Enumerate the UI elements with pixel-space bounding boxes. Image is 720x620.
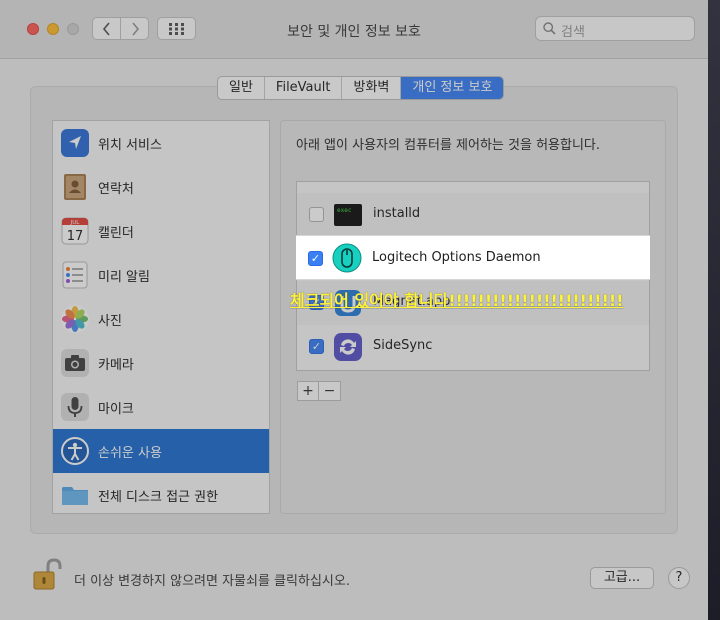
sidebar-item-label: 마이크 <box>98 401 134 417</box>
sidebar-item-microphone[interactable]: 마이크 <box>53 385 269 429</box>
contacts-book-icon <box>60 172 90 202</box>
sidesync-icon <box>333 332 363 362</box>
sidebar-item-label: 전체 디스크 접근 권한 <box>98 489 219 505</box>
logitech-mouse-icon <box>332 243 362 273</box>
sidebar-item-label: 캘린더 <box>98 225 134 241</box>
list-item-partial <box>297 181 649 182</box>
sidebar-item-camera[interactable]: 카메라 <box>53 341 269 385</box>
terminal-exec-icon: exec <box>333 200 363 230</box>
svg-text:JUL: JUL <box>70 220 81 226</box>
sidebar-item-label: 연락처 <box>98 181 134 197</box>
padlock-open-icon <box>33 558 62 590</box>
sidebar-item-label: 위치 서비스 <box>98 137 162 153</box>
sidebar-item-reminders[interactable]: 미리 알림 <box>53 253 269 297</box>
tab-privacy[interactable]: 개인 정보 보호 <box>401 77 504 99</box>
tab-general[interactable]: 일반 <box>218 77 265 99</box>
sidebar-item-contacts[interactable]: 연락처 <box>53 165 269 209</box>
add-remove-buttons: + − <box>297 381 341 401</box>
calendar-icon: JUL 17 <box>60 216 90 246</box>
checkbox-sidesync[interactable]: ✓ <box>309 339 324 354</box>
photos-flower-icon <box>60 304 90 334</box>
unlock-padlock-button[interactable] <box>30 558 64 592</box>
highlighted-list-item-logitech-options-daemon: ✓ Logitech Options Daemon <box>296 235 650 280</box>
help-button[interactable]: ? <box>668 567 690 589</box>
list-item-sidesync: ✓ SideSync <box>297 325 649 369</box>
sidebar-item-label: 미리 알림 <box>98 269 150 285</box>
add-app-button[interactable]: + <box>297 381 319 401</box>
search-field[interactable]: 검색 <box>535 16 695 41</box>
preferences-window: 보안 및 개인 정보 보호 검색 일반 FileVault 방화벽 개인 정보 … <box>0 0 708 620</box>
accessibility-icon <box>60 436 90 466</box>
list-item-installd: exec installd <box>297 193 649 237</box>
camera-icon <box>60 348 90 378</box>
svg-text:exec: exec <box>337 207 352 214</box>
search-placeholder: 검색 <box>561 25 585 40</box>
lock-instruction-text: 더 이상 변경하지 않으려면 자물쇠를 클릭하십시오. <box>74 574 350 589</box>
app-name: SideSync <box>373 338 433 353</box>
search-icon <box>543 22 556 35</box>
sidebar-item-label: 카메라 <box>98 357 134 373</box>
checkbox-installd[interactable] <box>309 207 324 222</box>
folder-icon <box>60 480 90 510</box>
permission-description: 아래 앱이 사용자의 컴퓨터를 제어하는 것을 허용합니다. <box>296 138 601 153</box>
privacy-category-list: 위치 서비스 연락처 JUL 17 캘린더 미리 알림 사진 카메라 마이크 손… <box>52 120 270 514</box>
annotation-callout: 체크되어 있어야 합니다!!!!!!!!!!!!!!!!!!!!!!!! <box>290 291 624 310</box>
sidebar-item-location-services[interactable]: 위치 서비스 <box>53 121 269 165</box>
remove-app-button[interactable]: − <box>319 381 341 401</box>
location-arrow-icon <box>60 128 90 158</box>
app-name: installd <box>373 206 421 221</box>
app-name: Logitech Options Daemon <box>372 250 541 265</box>
sidebar-item-label: 사진 <box>98 313 122 329</box>
checkbox-logitech-options-daemon-highlight[interactable]: ✓ <box>308 251 323 266</box>
title-bar: 보안 및 개인 정보 보호 검색 <box>0 0 708 59</box>
svg-text:17: 17 <box>67 229 84 244</box>
sidebar-item-full-disk-access[interactable]: 전체 디스크 접근 권한 <box>53 473 269 513</box>
reminders-icon <box>60 260 90 290</box>
microphone-icon <box>60 392 90 422</box>
sidebar-item-label: 손쉬운 사용 <box>98 445 162 461</box>
sidebar-item-calendar[interactable]: JUL 17 캘린더 <box>53 209 269 253</box>
desktop-background <box>708 0 720 620</box>
sidebar-item-photos[interactable]: 사진 <box>53 297 269 341</box>
advanced-button[interactable]: 고급... <box>590 567 654 589</box>
app-icon <box>333 181 363 182</box>
tab-bar: 일반 FileVault 방화벽 개인 정보 보호 <box>217 76 505 100</box>
tab-firewall[interactable]: 방화벽 <box>342 77 402 99</box>
tab-filevault[interactable]: FileVault <box>265 77 343 99</box>
sidebar-item-accessibility[interactable]: 손쉬운 사용 <box>53 429 269 473</box>
